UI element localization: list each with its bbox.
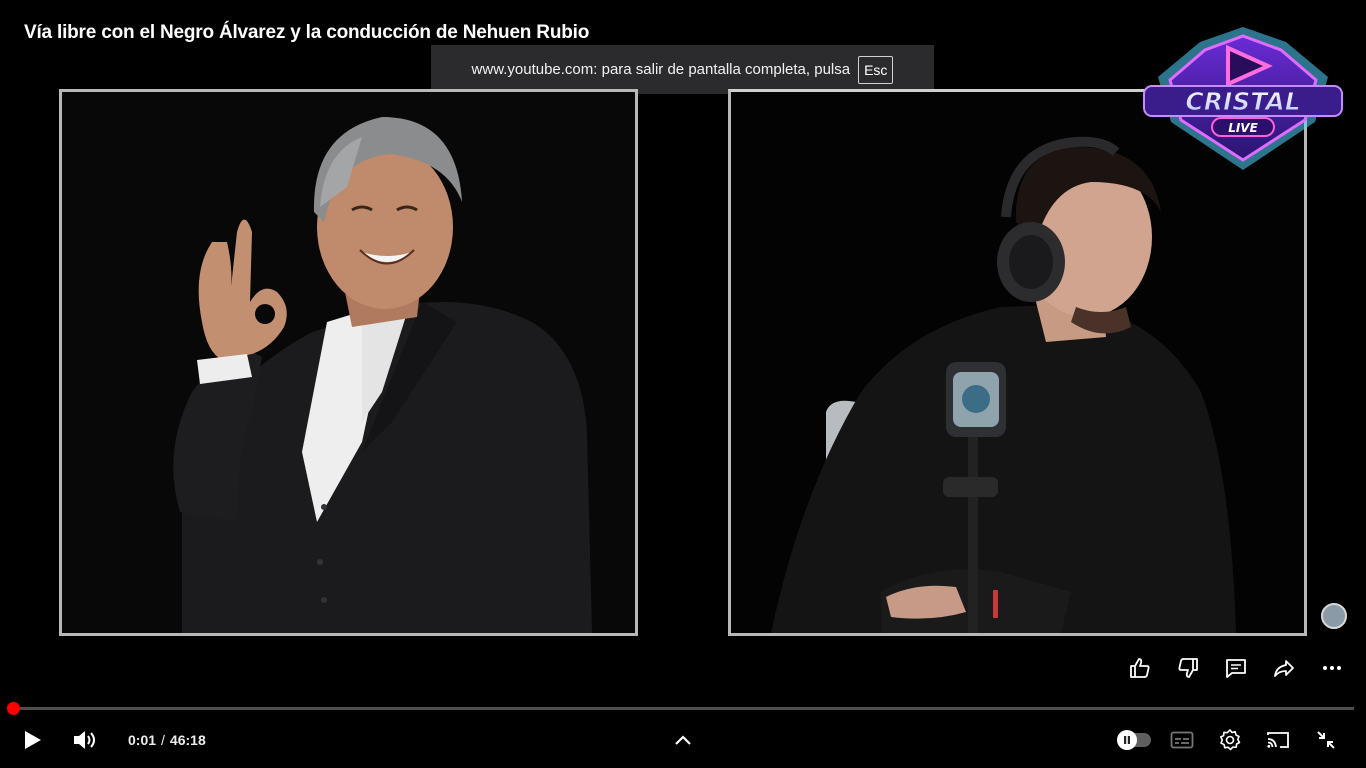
fullscreen-notice: www.youtube.com: para salir de pantalla … [431, 45, 934, 94]
share-button[interactable] [1270, 654, 1298, 682]
video-actions [1106, 654, 1346, 682]
settings-button[interactable] [1216, 720, 1244, 760]
cast-icon [1267, 732, 1289, 748]
channel-logo: CRISTAL LIVE [1140, 22, 1346, 172]
thumb-up-icon [1130, 658, 1150, 678]
current-time: 0:01 [128, 732, 157, 748]
chevron-up-icon [675, 735, 691, 745]
volume-icon [74, 731, 95, 749]
logo-sub: LIVE [1228, 121, 1258, 135]
exit-fullscreen-button[interactable] [1312, 720, 1340, 760]
player-controls: 0:01 / 46:18 [0, 720, 1366, 760]
guest-photo [62, 92, 635, 633]
autoplay-track [1117, 730, 1151, 750]
autoplay-toggle[interactable] [1117, 720, 1152, 760]
thumb-down-icon [1178, 658, 1198, 678]
volume-button[interactable] [68, 720, 102, 760]
esc-key: Esc [858, 55, 894, 84]
progress-bar[interactable] [6, 702, 1354, 715]
autoplay-knob [1117, 730, 1137, 750]
dislike-button[interactable] [1174, 654, 1202, 682]
time-separator: / [161, 732, 165, 748]
video-panel-left [59, 89, 638, 636]
subtitles-button[interactable] [1168, 720, 1196, 760]
like-button[interactable] [1126, 654, 1154, 682]
video-title: Vía libre con el Negro Álvarez y la cond… [24, 22, 590, 43]
duration: 46:18 [169, 732, 206, 748]
subtitles-icon [1170, 731, 1194, 749]
logo-word: CRISTAL [1185, 87, 1300, 116]
host-camera [731, 92, 1304, 633]
time-display: 0:01 / 46:18 [128, 720, 206, 760]
more-horizontal-icon [1323, 666, 1341, 670]
settings-icon [1219, 729, 1241, 751]
expand-chapters-button[interactable] [670, 720, 696, 760]
more-button[interactable] [1318, 654, 1346, 682]
watermark-badge [1321, 603, 1347, 629]
play-button[interactable] [18, 720, 48, 760]
cast-button[interactable] [1264, 720, 1292, 760]
pause-icon [1124, 736, 1130, 744]
play-icon [25, 731, 41, 749]
fullscreen-notice-text: www.youtube.com: para salir de pantalla … [471, 61, 851, 78]
comments-button[interactable] [1222, 654, 1250, 682]
comment-icon [1226, 659, 1246, 678]
share-icon [1274, 660, 1294, 677]
progress-scrubber[interactable] [6, 702, 20, 715]
exit-fullscreen-icon [1317, 731, 1335, 749]
